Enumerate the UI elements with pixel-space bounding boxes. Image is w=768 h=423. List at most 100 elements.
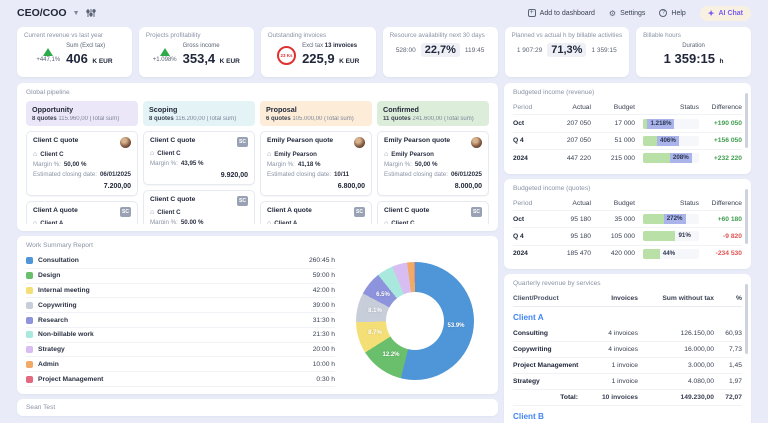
scrollbar[interactable] bbox=[745, 189, 748, 244]
donut-label: 53.9% bbox=[447, 323, 464, 329]
quote-card[interactable]: Emily Pearson quote ⌂Emily Pearson Margi… bbox=[377, 131, 489, 196]
pipeline-kanban: Opportunity 8 quotes 115.960,00 (Total s… bbox=[26, 101, 489, 224]
scrollbar[interactable] bbox=[745, 284, 748, 354]
kpi-delta: +447,1% bbox=[36, 57, 60, 63]
quote-card[interactable]: Client C quote SC ⌂Client C bbox=[377, 201, 489, 224]
avatar-initials: SC bbox=[354, 207, 365, 217]
ai-chat-button[interactable]: ✦ AI Chat bbox=[700, 6, 751, 21]
kpi-sublabel: Gross income bbox=[183, 43, 240, 49]
column-header: Confirmed 11 quotes 241.600,00 (Total su… bbox=[377, 101, 489, 126]
kpi-sublabel: Sum (Excl tax) bbox=[66, 43, 112, 49]
kpi-unit: K EUR bbox=[92, 58, 112, 65]
legend-swatch bbox=[26, 361, 33, 368]
settings-label: Settings bbox=[620, 10, 645, 17]
legend-item: Non-billable work21:30 h bbox=[26, 328, 335, 343]
company-icon: ⌂ bbox=[150, 209, 154, 216]
kpi-value: 1 359:15 bbox=[664, 51, 715, 66]
kpi-title: Outstanding invoices bbox=[268, 32, 369, 39]
settings-button[interactable]: ⚙ Settings bbox=[609, 9, 645, 18]
kpi-right-value: 1 359:15 bbox=[591, 47, 616, 54]
chevron-down-icon[interactable]: ▼ bbox=[73, 10, 80, 17]
scrollbar[interactable] bbox=[745, 93, 748, 148]
legend-item: Design59:00 h bbox=[26, 269, 335, 284]
quarterly-revenue-panel: Quarterly revenue by services Client/Pro… bbox=[504, 274, 751, 423]
kpi-unit: K EUR bbox=[339, 58, 359, 65]
donut-label: 6.5% bbox=[376, 292, 390, 298]
kpi-title: Planned vs actual h by billable activiti… bbox=[512, 32, 623, 39]
trend-up-icon bbox=[43, 48, 53, 56]
kpi-resource-availability: Resource availability next 30 days 528:0… bbox=[383, 27, 498, 77]
quote-card[interactable]: Emily Pearson quote ⌂Emily Pearson Margi… bbox=[260, 131, 372, 196]
status-bar: 44% bbox=[643, 249, 699, 259]
add-to-dashboard-label: Add to dashboard bbox=[540, 10, 595, 17]
add-to-dashboard-button[interactable]: + Add to dashboard bbox=[528, 9, 595, 17]
status-bar: 1.218% bbox=[643, 119, 699, 129]
kpi-title: Current revenue vs last year bbox=[24, 32, 125, 39]
kpi-value: 225,9 bbox=[302, 51, 335, 66]
panel-title: Global pipeline bbox=[26, 89, 489, 96]
filter-sliders-icon[interactable] bbox=[86, 8, 96, 18]
status-bar: 272% bbox=[643, 214, 699, 224]
status-bar: 91% bbox=[643, 231, 699, 241]
avatar bbox=[354, 137, 365, 148]
quote-card[interactable]: Client A quote SC ⌂Client A bbox=[26, 201, 138, 224]
table-row: 2024185 470 420 000 44% -234 530 bbox=[513, 246, 742, 262]
table-row: Q 4207 050 51 000 406% +156 050 bbox=[513, 133, 742, 150]
company-icon: ⌂ bbox=[33, 151, 37, 158]
avatar-initials: SC bbox=[237, 137, 248, 147]
legend-item: Research31:30 h bbox=[26, 313, 335, 328]
legend-item: Project Management0:30 h bbox=[26, 372, 335, 387]
legend-item: Copywriting39:00 h bbox=[26, 298, 335, 313]
gear-icon: ⚙ bbox=[609, 9, 616, 18]
kpi-delta: +1.098% bbox=[153, 57, 177, 63]
column-header: Proposal 6 quotes 105.000,00 (Total sum) bbox=[260, 101, 372, 126]
client-b-link[interactable]: Client B bbox=[513, 406, 742, 423]
kpi-value: 406 bbox=[66, 51, 88, 66]
budget-quotes-panel: Budgeted income (quotes) PeriodActual Bu… bbox=[504, 179, 751, 270]
outstanding-ring-gauge: 23 Ks bbox=[277, 46, 296, 65]
panel-title: Work Summary Report bbox=[26, 242, 489, 249]
donut-label: 8.7% bbox=[368, 330, 382, 336]
status-bar: 406% bbox=[643, 136, 699, 146]
pipeline-column-confirmed: Confirmed 11 quotes 241.600,00 (Total su… bbox=[377, 101, 489, 224]
avatar bbox=[471, 137, 482, 148]
avatar bbox=[120, 137, 131, 148]
donut-label: 12.2% bbox=[382, 352, 399, 358]
table-row: Q 495 180 105 000 91% -9 820 bbox=[513, 228, 742, 245]
help-button[interactable]: ? Help bbox=[659, 9, 685, 17]
legend-swatch bbox=[26, 331, 33, 338]
kpi-title: Resource availability next 30 days bbox=[390, 32, 491, 39]
pipeline-column-scoping: Scoping 8 quotes 116.200,00 (Total sum) … bbox=[143, 101, 255, 224]
kpi-billable-hours: Billable hours Duration 1 359:15 h bbox=[636, 27, 751, 77]
quote-card[interactable]: Client C quote ⌂Client C Margin %:50,00 … bbox=[26, 131, 138, 196]
legend-item: Strategy20:00 h bbox=[26, 343, 335, 358]
table-row: Project Management1 invoice 3.000,001,45 bbox=[513, 358, 742, 374]
table-row: 2024447 220 215 000 208% +232 220 bbox=[513, 150, 742, 166]
global-pipeline-panel: Global pipeline Opportunity 8 quotes 115… bbox=[17, 83, 498, 231]
kpi-title: Projects profitability bbox=[146, 32, 247, 39]
kpi-projects-profitability: Projects profitability +1.098% Gross inc… bbox=[139, 27, 254, 77]
plus-icon: + bbox=[528, 9, 536, 17]
avatar-initials: SC bbox=[237, 196, 248, 206]
kpi-center-value: 71,3% bbox=[547, 43, 586, 57]
quote-card[interactable]: Client C quote SC ⌂Client C Margin %:50,… bbox=[143, 190, 255, 224]
trend-up-icon bbox=[160, 48, 170, 56]
quote-card[interactable]: Client A quote SC ⌂Client A bbox=[260, 201, 372, 224]
kpi-center-value: 22,7% bbox=[421, 43, 460, 57]
work-summary-panel: Work Summary Report Consultation260:45 h… bbox=[17, 236, 498, 394]
help-icon: ? bbox=[659, 9, 667, 17]
legend-swatch bbox=[26, 376, 33, 383]
donut-label: 8.1% bbox=[368, 308, 382, 314]
legend-swatch bbox=[26, 302, 33, 309]
dashboard-title[interactable]: CEO/COO bbox=[17, 7, 67, 19]
company-icon: ⌂ bbox=[150, 150, 154, 157]
company-icon: ⌂ bbox=[267, 151, 271, 158]
topbar: CEO/COO ▼ + Add to dashboard ⚙ Settings … bbox=[0, 0, 768, 26]
quote-card[interactable]: Client C quote SC ⌂Client C Margin %:43,… bbox=[143, 131, 255, 185]
help-label: Help bbox=[671, 10, 685, 17]
company-icon: ⌂ bbox=[384, 151, 388, 158]
client-a-link[interactable]: Client A bbox=[513, 307, 742, 326]
company-icon: ⌂ bbox=[384, 220, 388, 224]
work-summary-donut-chart: 53.9% 12.2% 8.7% 8.1% 6.5% bbox=[356, 262, 474, 380]
work-summary-legend: Consultation260:45 h Design59:00 h Inter… bbox=[26, 254, 335, 387]
